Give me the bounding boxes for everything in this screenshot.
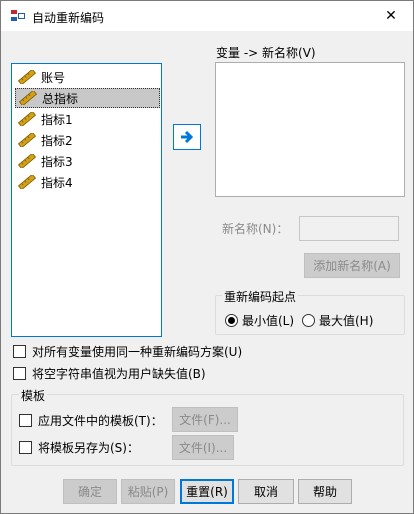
same-scheme-checkbox[interactable]	[13, 345, 26, 358]
help-button[interactable]: 帮助	[298, 479, 352, 504]
highest-radio[interactable]	[302, 314, 315, 327]
variable-item[interactable]: 指标3	[15, 151, 160, 171]
variable-label: 账号	[41, 70, 66, 85]
start-point-title: 重新编码起点	[222, 288, 299, 305]
same-scheme-label: 对所有变量使用同一种重新编码方案(U)	[32, 345, 243, 359]
lowest-radio-row[interactable]: 最小值(L)	[225, 312, 294, 329]
highest-label: 最大值(H)	[319, 314, 374, 328]
variable-label: 指标1	[41, 112, 73, 127]
close-button[interactable]: ✕	[369, 1, 413, 30]
variable-item[interactable]: 账号	[15, 67, 160, 87]
ruler-icon	[18, 89, 38, 107]
add-new-name-button[interactable]: 添加新名称(A)	[304, 253, 400, 278]
dialog-window: 自动重新编码 ✕ 账号 总指标 指标1 指标2 指标3 指标4 变量 -> 新名称(V) …	[0, 0, 414, 514]
reset-button[interactable]: 重置(R)	[180, 479, 234, 504]
move-variable-button[interactable]	[173, 124, 201, 150]
apply-template-label: 应用文件中的模板(T)：	[38, 414, 163, 428]
new-name-label: 新名称(N)：	[222, 222, 289, 236]
variable-label: 指标3	[41, 154, 73, 169]
variable-label: 总指标	[42, 91, 79, 106]
title-bar: 自动重新编码 ✕	[1, 1, 413, 31]
variable-label: 指标2	[41, 133, 73, 148]
ruler-icon	[17, 152, 37, 170]
source-variable-list[interactable]: 账号总指标指标1 指标2 指标3 指标4	[11, 63, 162, 337]
new-name-input[interactable]	[299, 216, 399, 241]
apply-file-button[interactable]: 文件(F)...	[172, 407, 238, 432]
blank-missing-option[interactable]: 将空字符串值视为用户缺失值(B)	[13, 365, 206, 382]
ruler-icon	[17, 68, 37, 86]
ruler-icon	[17, 110, 37, 128]
save-template-checkbox[interactable]	[19, 441, 32, 454]
paste-button[interactable]: 粘贴(P)	[121, 479, 175, 504]
app-icon	[10, 8, 26, 24]
blank-missing-label: 将空字符串值视为用户缺失值(B)	[32, 367, 206, 381]
variable-newname-label: 变量 -> 新名称(V)	[216, 46, 316, 60]
variable-item[interactable]: 指标2	[15, 130, 160, 150]
right-arrow-icon	[181, 130, 194, 144]
apply-template-checkbox[interactable]	[19, 414, 32, 427]
ruler-icon	[17, 131, 37, 149]
lowest-label: 最小值(L)	[242, 314, 295, 328]
template-title: 模板	[19, 387, 48, 404]
window-title: 自动重新编码	[32, 11, 105, 25]
same-scheme-option[interactable]: 对所有变量使用同一种重新编码方案(U)	[13, 343, 242, 360]
cancel-button[interactable]: 取消	[238, 479, 294, 504]
variable-item[interactable]: 指标1	[15, 109, 160, 129]
apply-template-option[interactable]: 应用文件中的模板(T)：	[19, 412, 163, 429]
save-template-option[interactable]: 将模板另存为(S)：	[19, 439, 139, 456]
ruler-icon	[17, 173, 37, 191]
highest-radio-row[interactable]: 最大值(H)	[302, 312, 373, 329]
save-file-button[interactable]: 文件(I)...	[172, 435, 234, 460]
variable-label: 指标4	[41, 175, 73, 190]
variable-item[interactable]: 总指标	[15, 88, 160, 108]
variable-newname-list[interactable]	[215, 62, 405, 197]
blank-missing-checkbox[interactable]	[13, 367, 26, 380]
close-icon: ✕	[385, 7, 397, 24]
lowest-radio[interactable]	[225, 314, 238, 327]
ok-button[interactable]: 确定	[63, 479, 117, 504]
variable-item[interactable]: 指标4	[15, 172, 160, 192]
save-template-label: 将模板另存为(S)：	[38, 441, 139, 455]
